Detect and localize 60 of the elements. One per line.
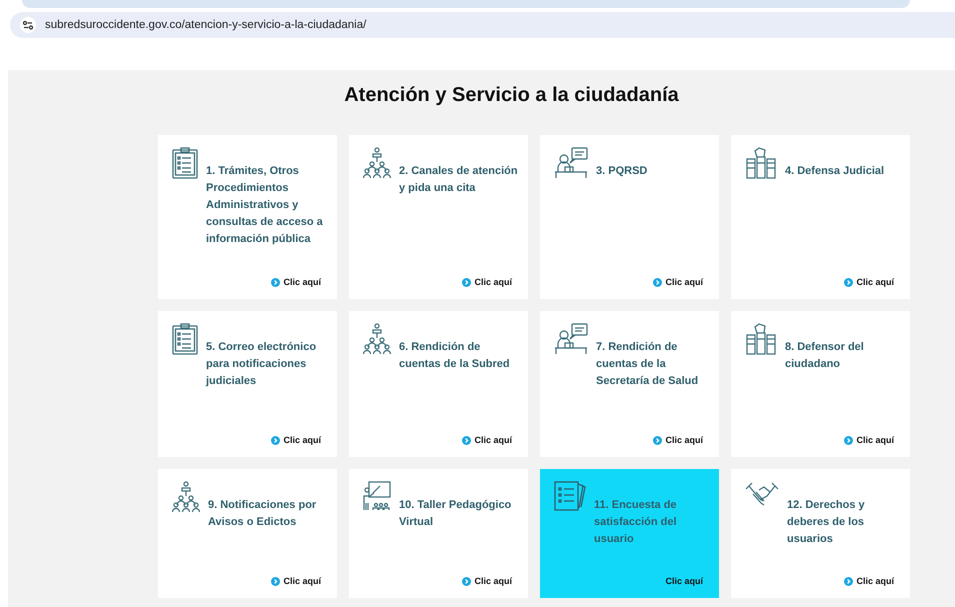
card-title: 9. Notificaciones por Avisos o Edictos (208, 498, 318, 530)
clic-link[interactable]: Clic aquí (462, 576, 512, 586)
clipboard-icon (172, 323, 198, 355)
chevron-circle-icon (271, 576, 280, 586)
card-title: 7. Rendición de cuentas de la Secretaría de Salud (596, 340, 700, 389)
chevron-circle-icon (653, 436, 662, 444)
service-card[interactable]: 11. Encuesta de satisfacción del usuario Clic aquí (540, 469, 719, 598)
chevron-circle-icon (844, 278, 854, 286)
chevron-circle-icon (844, 436, 854, 444)
clic-link[interactable]: Clic aquí (462, 435, 512, 445)
card-title: 4. Defensa Judicial (785, 164, 884, 179)
clic-link[interactable]: Clic aquí (844, 576, 894, 586)
site-settings-icon[interactable] (20, 17, 36, 33)
card-title: 2. Canales de atención y pida una cita (399, 164, 519, 196)
card-title: 11. Encuesta de satisfacción del usuario (594, 498, 678, 547)
url-text: subredsuroccidente.gov.co/atencion-y-servicio-a-la-ciudadania/ (45, 19, 366, 31)
service-card[interactable]: 4. Defensa Judicial Clic aquí (731, 135, 910, 299)
clic-link[interactable]: Clic aquí (665, 576, 703, 586)
service-card[interactable]: 2. Canales de atención y pida una cita Clic aquí (349, 135, 528, 299)
clic-link[interactable]: Clic aquí (844, 435, 894, 445)
chevron-circle-icon (462, 576, 472, 586)
address-bar[interactable]: subredsuroccidente.gov.co/atencion-y-servicio-a-la-ciudadania/ (10, 12, 955, 38)
service-card[interactable]: 8. Defensor del ciudadano Clic aquí (731, 311, 910, 457)
chevron-circle-icon (462, 278, 472, 286)
speaker-audience-icon (363, 147, 391, 179)
card-title: 8. Defensor del ciudadano (785, 340, 865, 372)
card-title: 3. PQRSD (596, 164, 648, 179)
clipboard-icon (172, 147, 198, 179)
service-card[interactable]: 7. Rendición de cuentas de la Secretaría de Salud Clic aquí (540, 311, 719, 457)
service-card[interactable]: 6. Rendición de cuentas de la Subred Clic aquí (349, 311, 528, 457)
service-card[interactable]: 9. Notificaciones por Avisos o Edictos Clic aquí (158, 469, 337, 598)
clic-link[interactable]: Clic aquí (462, 277, 512, 287)
clic-link[interactable]: Clic aquí (271, 576, 321, 586)
card-title: 12. Derechos y deberes de los usuarios (787, 498, 866, 547)
clic-link[interactable]: Clic aquí (844, 277, 894, 287)
clic-link[interactable]: Clic aquí (271, 277, 321, 287)
chevron-circle-icon (844, 576, 854, 586)
page-heading: Atención y Servicio a la ciudadanía (343, 84, 680, 107)
clic-link[interactable]: Clic aquí (271, 435, 321, 445)
service-card[interactable]: 5. Correo electrónico para notificaciones judiciales Clic aquí (158, 311, 337, 457)
teacher-board-icon (363, 481, 391, 511)
clic-link[interactable]: Clic aquí (653, 435, 703, 445)
speaker-audience-icon (172, 481, 200, 513)
speaker-audience-icon (363, 323, 391, 355)
card-title: 1. Trámites, Otros Procedimientos Administrativos y consultas de acceso a información pública (206, 164, 324, 247)
chevron-circle-icon (271, 436, 280, 444)
service-card[interactable]: 1. Trámites, Otros Procedimientos Administrativos y consultas de acceso a información pública Clic aquí (158, 135, 337, 299)
card-title: 10. Taller Pedagógico Virtual (399, 498, 512, 530)
clic-link[interactable]: Clic aquí (653, 277, 703, 287)
desk-agent-icon (554, 323, 588, 355)
chevron-circle-icon (271, 278, 280, 286)
service-card[interactable]: 12. Derechos y deberes de los usuarios Clic aquí (731, 469, 910, 598)
card-title: 6. Rendición de cuentas de la Subred (399, 340, 511, 372)
service-card[interactable]: 3. PQRSD Clic aquí (540, 135, 719, 299)
chevron-circle-icon (653, 278, 662, 286)
service-card[interactable]: 10. Taller Pedagógico Virtual Clic aquí (349, 469, 528, 598)
desk-agent-icon (554, 147, 588, 179)
card-title: 5. Correo electrónico para notificaciones judiciales (206, 340, 318, 389)
chevron-circle-icon (462, 436, 472, 444)
survey-forms-icon (554, 481, 586, 511)
